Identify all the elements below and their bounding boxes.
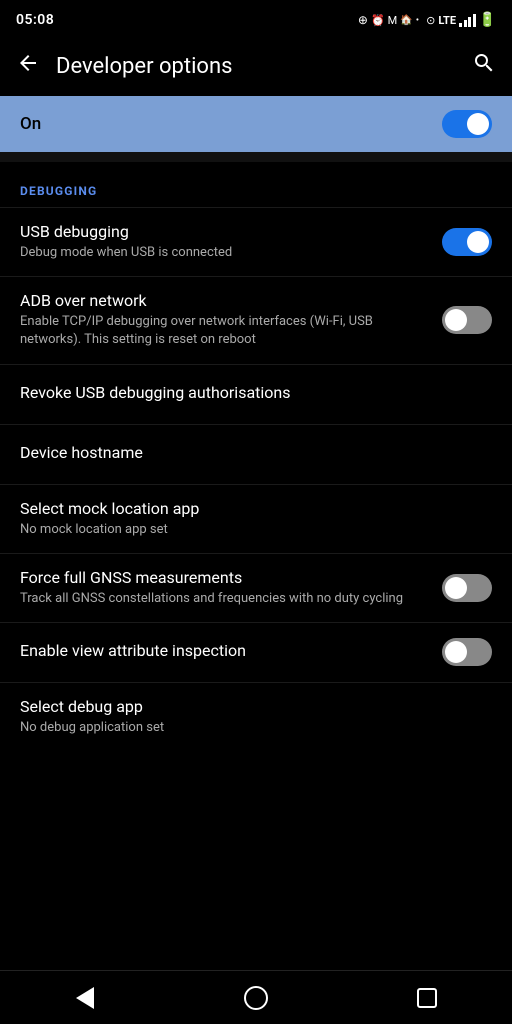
wifi-icon: ⊙ [426, 14, 435, 27]
gnss-subtitle: Track all GNSS constellations and freque… [20, 590, 426, 608]
adb-network-subtitle: Enable TCP/IP debugging over network int… [20, 313, 426, 349]
gnss-title: Force full GNSS measurements [20, 568, 426, 587]
toggle-thumb [467, 231, 489, 253]
app-bar: Developer options [0, 36, 512, 96]
section-divider [0, 152, 512, 162]
search-button[interactable] [472, 51, 496, 81]
toggle-thumb [445, 577, 467, 599]
gnss-text: Force full GNSS measurements Track all G… [20, 568, 442, 608]
signal-bar-2 [464, 20, 467, 27]
mock-location-title: Select mock location app [20, 499, 476, 518]
view-attribute-title: Enable view attribute inspection [20, 641, 426, 660]
revoke-usb-title: Revoke USB debugging authorisations [20, 383, 476, 402]
signal-bars [459, 13, 476, 27]
page-title: Developer options [56, 54, 472, 79]
nav-home-icon [244, 986, 268, 1010]
nav-back-icon [76, 987, 94, 1009]
gnss-item[interactable]: Force full GNSS measurements Track all G… [0, 553, 512, 622]
usb-debugging-item[interactable]: USB debugging Debug mode when USB is con… [0, 207, 512, 276]
content-scroll: DEBUGGING USB debugging Debug mode when … [0, 152, 512, 811]
toggle-thumb [467, 113, 489, 135]
debugging-section-header: DEBUGGING [0, 162, 512, 207]
status-time: 05:08 [16, 12, 54, 28]
sim-icon: ⊕ [358, 13, 368, 27]
mock-location-subtitle: No mock location app set [20, 521, 476, 539]
gnss-control[interactable] [442, 574, 492, 602]
usb-debugging-subtitle: Debug mode when USB is connected [20, 244, 426, 262]
alarm-icon: ⏰ [371, 14, 385, 27]
device-hostname-text: Device hostname [20, 443, 492, 465]
notification-icon: 🏠 [400, 15, 412, 26]
mail-icon: M [388, 14, 398, 27]
view-attribute-item[interactable]: Enable view attribute inspection [0, 622, 512, 682]
adb-network-item[interactable]: ADB over network Enable TCP/IP debugging… [0, 276, 512, 363]
usb-debugging-title: USB debugging [20, 222, 426, 241]
debug-app-item[interactable]: Select debug app No debug application se… [0, 682, 512, 751]
adb-network-control[interactable] [442, 306, 492, 334]
on-label: On [20, 114, 41, 134]
nav-back-button[interactable] [55, 978, 115, 1018]
device-hostname-title: Device hostname [20, 443, 476, 462]
developer-options-toggle[interactable] [442, 110, 492, 138]
debug-app-title: Select debug app [20, 697, 476, 716]
revoke-usb-text: Revoke USB debugging authorisations [20, 383, 492, 405]
dot-icon: • [416, 15, 419, 26]
adb-network-text: ADB over network Enable TCP/IP debugging… [20, 291, 442, 349]
signal-bar-3 [468, 17, 471, 27]
status-icons: ⊕ ⏰ M 🏠 • ⊙ LTE 🔋 [358, 12, 496, 28]
debug-app-text: Select debug app No debug application se… [20, 697, 492, 737]
debug-app-subtitle: No debug application set [20, 719, 476, 737]
signal-bar-1 [459, 23, 462, 27]
gnss-toggle[interactable] [442, 574, 492, 602]
adb-network-title: ADB over network [20, 291, 426, 310]
status-bar: 05:08 ⊕ ⏰ M 🏠 • ⊙ LTE 🔋 [0, 0, 512, 36]
nav-recents-button[interactable] [397, 978, 457, 1018]
usb-debugging-toggle[interactable] [442, 228, 492, 256]
view-attribute-toggle[interactable] [442, 638, 492, 666]
nav-bar [0, 970, 512, 1024]
mock-location-item[interactable]: Select mock location app No mock locatio… [0, 484, 512, 553]
back-button[interactable] [16, 51, 40, 81]
device-hostname-item[interactable]: Device hostname [0, 424, 512, 484]
adb-network-toggle[interactable] [442, 306, 492, 334]
lte-label: LTE [438, 14, 456, 27]
on-toggle-row[interactable]: On [0, 96, 512, 152]
view-attribute-control[interactable] [442, 638, 492, 666]
toggle-thumb [445, 641, 467, 663]
revoke-usb-item[interactable]: Revoke USB debugging authorisations [0, 364, 512, 424]
battery-icon: 🔋 [479, 12, 496, 28]
toggle-thumb [445, 309, 467, 331]
mock-location-text: Select mock location app No mock locatio… [20, 499, 492, 539]
debugging-label: DEBUGGING [20, 184, 97, 198]
usb-debugging-text: USB debugging Debug mode when USB is con… [20, 222, 442, 262]
usb-debugging-control[interactable] [442, 228, 492, 256]
nav-recents-icon [417, 988, 437, 1008]
signal-bar-4 [473, 14, 476, 27]
nav-home-button[interactable] [226, 978, 286, 1018]
view-attribute-text: Enable view attribute inspection [20, 641, 442, 663]
